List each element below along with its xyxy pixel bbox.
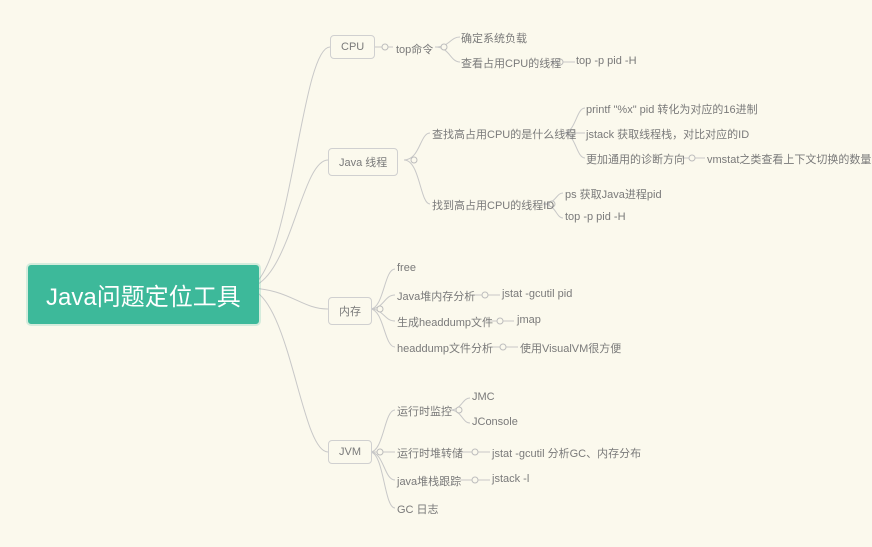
node-java-thread[interactable]: Java 线程 (328, 148, 398, 176)
leaf-find-thread[interactable]: 查找高占用CPU的是什么线程 (432, 126, 576, 142)
leaf-stack-trace[interactable]: java堆栈跟踪 (397, 473, 461, 489)
leaf-cpu-threads-cmd[interactable]: top -p pid -H (576, 55, 637, 67)
leaf-gc-log[interactable]: GC 日志 (397, 501, 439, 517)
leaf-jvm-jstat[interactable]: jstat -gcutil 分析GC、内存分布 (492, 445, 641, 461)
node-memory[interactable]: 内存 (328, 297, 372, 325)
leaf-visualvm[interactable]: 使用VisualVM很方便 (520, 340, 621, 356)
leaf-find-tid[interactable]: 找到高占用CPU的线程ID (432, 197, 554, 213)
node-top-cmd[interactable]: top命令 (396, 41, 433, 57)
leaf-jmap[interactable]: jmap (517, 314, 541, 326)
leaf-cpu-threads[interactable]: 查看占用CPU的线程 (461, 55, 561, 71)
leaf-gen-headdump[interactable]: 生成headdump文件 (397, 314, 493, 330)
node-cpu[interactable]: CPU (330, 35, 375, 59)
leaf-jstat[interactable]: jstat -gcutil pid (502, 288, 572, 300)
root-node[interactable]: Java问题定位工具 (28, 265, 259, 324)
leaf-runtime-monitor[interactable]: 运行时监控 (397, 403, 452, 419)
leaf-jstack[interactable]: jstack 获取线程栈，对比对应的ID (586, 126, 749, 142)
leaf-cpu-load[interactable]: 确定系统负载 (461, 30, 527, 46)
leaf-free[interactable]: free (397, 262, 416, 274)
leaf-more-general[interactable]: 更加通用的诊断方向 (586, 151, 685, 167)
leaf-jmc[interactable]: JMC (472, 391, 495, 403)
leaf-runtime-dump[interactable]: 运行时堆转储 (397, 445, 463, 461)
leaf-ps[interactable]: ps 获取Java进程pid (565, 186, 662, 202)
leaf-jvm-jstack[interactable]: jstack -l (492, 473, 529, 485)
leaf-printf[interactable]: printf "%x" pid 转化为对应的16进制 (586, 101, 758, 117)
leaf-headdump-analysis[interactable]: headdump文件分析 (397, 340, 493, 356)
node-jvm[interactable]: JVM (328, 440, 372, 464)
leaf-jconsole[interactable]: JConsole (472, 416, 518, 428)
leaf-vmstat[interactable]: vmstat之类查看上下文切换的数量 (707, 151, 871, 167)
leaf-thread-top[interactable]: top -p pid -H (565, 211, 626, 223)
leaf-heap-analysis[interactable]: Java堆内存分析 (397, 288, 475, 304)
